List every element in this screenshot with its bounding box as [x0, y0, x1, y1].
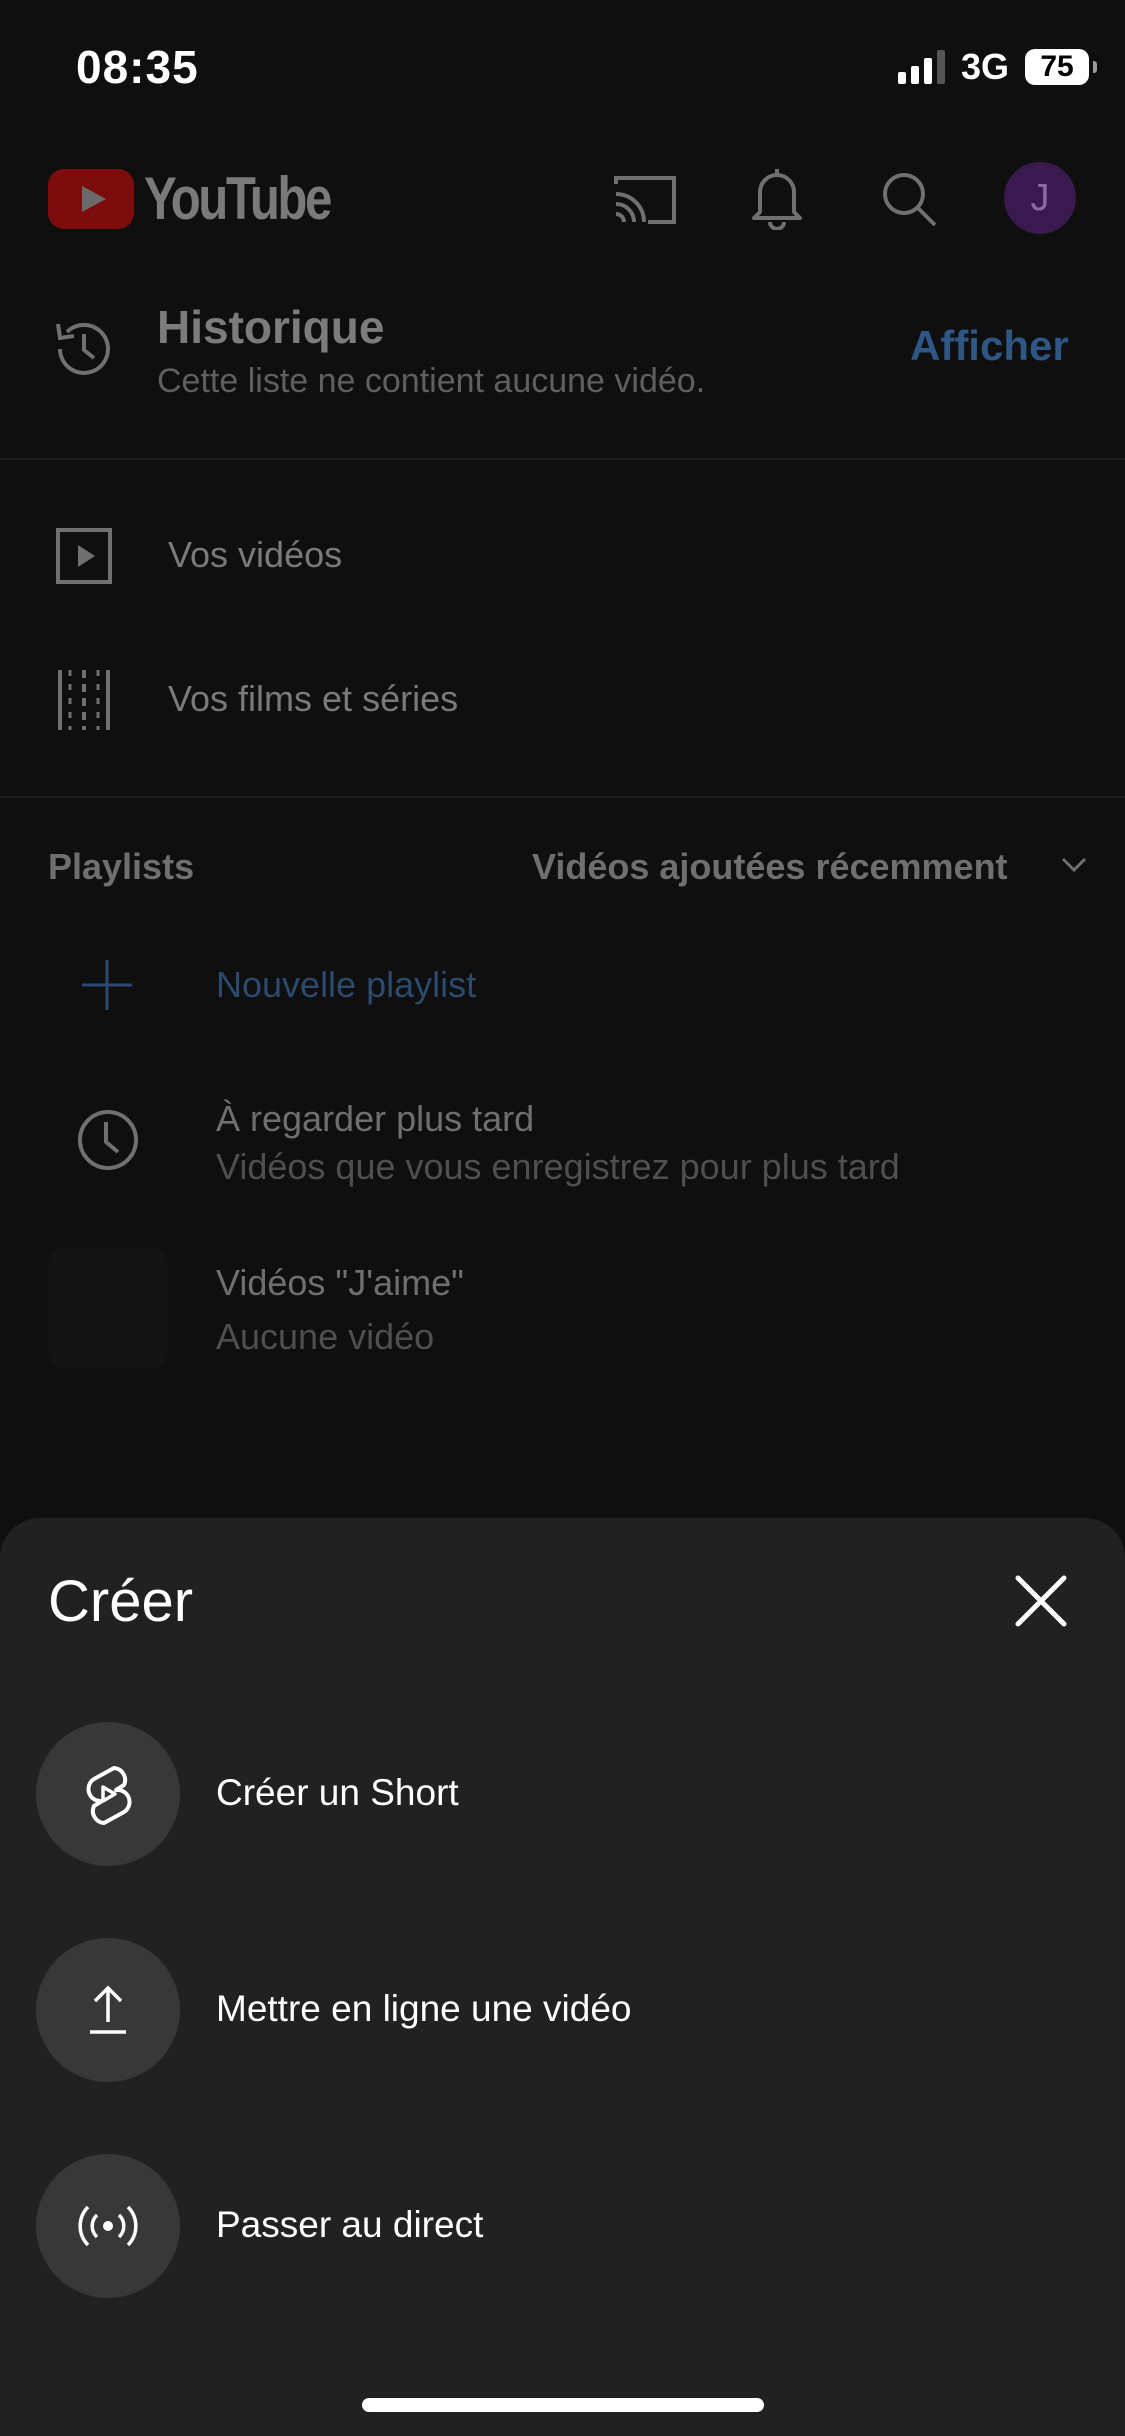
youtube-play-icon — [48, 168, 134, 229]
close-icon[interactable] — [1012, 1572, 1070, 1630]
divider — [0, 458, 1125, 460]
new-playlist-label: Nouvelle playlist — [216, 964, 477, 1005]
upload-icon — [36, 1938, 180, 2082]
library-item-label: Vos vidéos — [168, 534, 343, 575]
chevron-down-icon[interactable] — [1060, 856, 1088, 874]
history-subtitle: Cette liste ne contient aucune vidéo. — [157, 362, 706, 400]
search-icon[interactable] — [880, 170, 938, 228]
library-item-your-videos[interactable]: Vos vidéos — [0, 514, 1125, 596]
playlist-subtitle: Aucune vidéo — [216, 1316, 435, 1357]
create-short-option[interactable]: Créer un Short — [0, 1722, 1125, 1866]
playlists-heading: Playlists — [48, 846, 195, 887]
playlist-title: À regarder plus tard — [216, 1098, 535, 1139]
status-indicators: 3G 75 — [897, 46, 1097, 88]
playlist-subtitle: Vidéos que vous enregistrez pour plus ta… — [216, 1146, 900, 1187]
status-time: 08:35 — [76, 41, 199, 93]
upload-video-option[interactable]: Mettre en ligne une vidéo — [0, 1938, 1125, 2082]
youtube-logo[interactable]: YouTube — [48, 164, 371, 233]
cast-icon[interactable] — [612, 172, 678, 226]
playlists-sort-dropdown[interactable]: Vidéos ajoutées récemment — [532, 846, 1008, 888]
signal-icon — [897, 50, 945, 84]
option-label: Passer au direct — [216, 2204, 484, 2245]
avatar[interactable]: J — [1004, 162, 1076, 234]
history-view-button[interactable]: Afficher — [910, 322, 1069, 370]
option-label: Mettre en ligne une vidéo — [216, 1988, 632, 2029]
shorts-icon — [36, 1722, 180, 1866]
network-type: 3G — [960, 46, 1009, 87]
film-strip-icon — [58, 670, 110, 730]
clock-icon — [78, 1110, 138, 1170]
home-indicator[interactable] — [362, 2398, 764, 2412]
option-label: Créer un Short — [216, 1772, 459, 1813]
play-square-icon — [56, 528, 112, 584]
new-playlist-button[interactable]: Nouvelle playlist — [0, 940, 1125, 1030]
playlist-item-liked[interactable]: Vidéos "J'aime" Aucune vidéo — [0, 1246, 1125, 1376]
notifications-bell-icon[interactable] — [750, 166, 804, 230]
plus-icon — [82, 960, 132, 1010]
live-broadcast-icon — [36, 2154, 180, 2298]
sort-label: Vidéos ajoutées récemment — [532, 846, 1008, 887]
playlist-title: Vidéos "J'aime" — [216, 1262, 464, 1303]
library-item-films-series[interactable]: Vos films et séries — [0, 658, 1125, 740]
playlist-item-watch-later[interactable]: À regarder plus tard Vidéos que vous enr… — [0, 1086, 1125, 1196]
playlist-thumbnail — [48, 1248, 168, 1368]
history-icon — [56, 322, 110, 375]
history-title[interactable]: Historique — [157, 300, 384, 354]
go-live-option[interactable]: Passer au direct — [0, 2154, 1125, 2298]
youtube-logo-text: YouTube — [144, 165, 332, 232]
battery-icon: 75 — [1025, 49, 1097, 85]
sheet-title: Créer — [48, 1569, 194, 1634]
divider — [0, 796, 1125, 798]
library-item-label: Vos films et séries — [168, 678, 459, 719]
battery-level: 75 — [1040, 50, 1074, 83]
